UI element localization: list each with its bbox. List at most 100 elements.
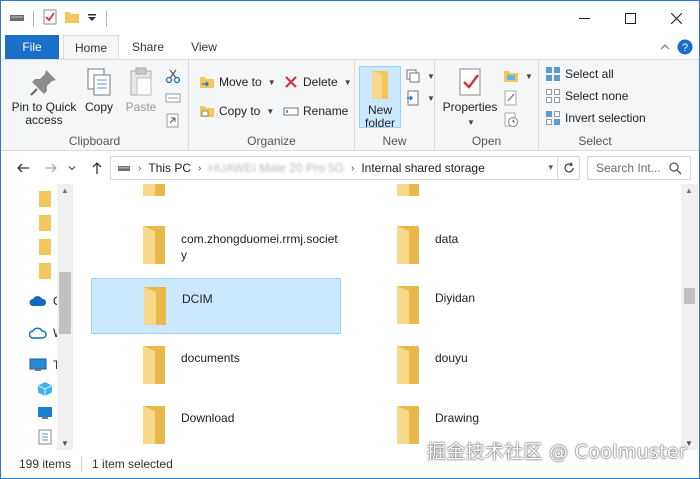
recent-locations-button[interactable]: [67, 160, 77, 176]
nav-scrollbar-thumb[interactable]: [59, 272, 71, 334]
select-all-icon: [546, 67, 560, 81]
chevron-down-icon: [68, 166, 76, 171]
tab-file[interactable]: File: [5, 35, 59, 59]
file-list: com.zhongduomei.rrmj.society data DCIM D…: [75, 184, 679, 450]
minimize-button[interactable]: [561, 1, 607, 35]
copy-button[interactable]: Copy: [81, 66, 117, 114]
history-button[interactable]: [503, 110, 519, 130]
paste-button[interactable]: Paste: [121, 66, 161, 114]
list-item[interactable]: com.zhongduomei.rrmj.society: [91, 218, 341, 274]
open-folder-icon: [504, 71, 518, 82]
address-bar[interactable]: › This PC › HUAWEI Mate 20 Pro 5G › Inte…: [110, 156, 580, 180]
folder-icon: [143, 346, 165, 384]
copy-to-label: Copy to: [219, 104, 261, 118]
tab-view[interactable]: View: [177, 35, 231, 59]
select-group: Select all Select none Invert selection …: [539, 60, 651, 151]
select-none-button[interactable]: Select none: [545, 86, 628, 106]
new-item-button[interactable]: ▼: [405, 66, 435, 86]
history-icon: [504, 112, 518, 127]
customize-qat-icon[interactable]: [86, 9, 98, 28]
3d-objects-icon: [37, 382, 53, 396]
folder-icon: [397, 346, 419, 384]
clipboard-group: Pin to Quick access Copy Paste Clipboard: [1, 60, 189, 151]
address-row: › This PC › HUAWEI Mate 20 Pro 5G › Inte…: [1, 152, 699, 184]
back-button[interactable]: [15, 160, 31, 176]
collapse-ribbon-icon[interactable]: [659, 41, 671, 56]
watermark: 掘金技术社区 @ Coolmuster: [427, 441, 687, 463]
easy-access-button[interactable]: ▼: [405, 88, 435, 108]
up-arrow-icon: [92, 162, 102, 174]
invert-selection-icon: [546, 111, 560, 125]
svg-text:?: ?: [682, 42, 688, 54]
properties-check-icon[interactable]: [42, 9, 58, 28]
drive-icon[interactable]: [9, 9, 25, 28]
move-to-button[interactable]: Move to ▼: [199, 72, 276, 92]
organize-group-label: Organize: [247, 134, 296, 148]
move-to-label: Move to: [219, 75, 262, 89]
file-name: Diyidan: [435, 291, 476, 305]
rename-button[interactable]: Rename: [283, 101, 348, 121]
close-button[interactable]: [653, 1, 699, 35]
onedrive-cloud-icon: [29, 296, 47, 306]
up-button[interactable]: [89, 160, 105, 176]
scroll-up-icon[interactable]: ▲: [685, 186, 693, 195]
maximize-button[interactable]: [607, 1, 653, 35]
pin-to-quick-access-button[interactable]: Pin to Quick access: [9, 66, 79, 127]
scroll-up-icon[interactable]: ▲: [61, 186, 69, 195]
select-all-label: Select all: [565, 67, 614, 81]
properties-icon: [459, 68, 481, 96]
file-name: Download: [181, 411, 235, 425]
invert-selection-button[interactable]: Invert selection: [545, 108, 646, 128]
edit-button[interactable]: [503, 88, 519, 108]
open-button[interactable]: ▼: [503, 66, 533, 86]
forward-button[interactable]: [43, 160, 59, 176]
breadcrumb-this-pc[interactable]: This PC: [148, 161, 191, 175]
content-scrollbar-thumb[interactable]: [684, 288, 695, 304]
file-name: com.zhongduomei.rrmj.society: [181, 232, 338, 262]
qat-separator: [33, 10, 34, 27]
copy-to-icon: [200, 106, 214, 117]
back-arrow-icon: [17, 163, 29, 173]
tab-share[interactable]: Share: [121, 35, 175, 59]
select-all-button[interactable]: Select all: [545, 64, 614, 84]
select-none-icon: [546, 89, 560, 103]
list-item[interactable]: Diyidan: [345, 278, 595, 334]
list-item[interactable]: data: [345, 218, 595, 274]
selection-count: 1 item selected: [92, 457, 173, 471]
tab-home[interactable]: Home: [63, 35, 119, 60]
file-name: DCIM: [182, 292, 213, 306]
breadcrumb-internal-storage[interactable]: Internal shared storage: [361, 161, 484, 175]
scroll-down-icon[interactable]: ▼: [61, 439, 69, 448]
help-icon[interactable]: ?: [677, 39, 693, 58]
new-folder-icon[interactable]: [64, 9, 80, 28]
list-item[interactable]: Download: [91, 398, 341, 450]
title-bar: [1, 1, 699, 35]
refresh-button[interactable]: [557, 157, 579, 179]
easy-access-icon: [407, 90, 419, 106]
content-scrollbar[interactable]: ▲ ▼: [681, 184, 698, 450]
list-item-partial[interactable]: [345, 184, 595, 206]
copy-label: Copy: [84, 100, 113, 114]
new-folder-button[interactable]: New folder: [359, 66, 401, 130]
paste-shortcut-button[interactable]: [165, 110, 181, 130]
folder-icon: [397, 184, 419, 196]
list-item-selected[interactable]: DCIM: [91, 278, 341, 334]
delete-button[interactable]: Delete ▼: [283, 72, 352, 92]
rename-label: Rename: [303, 104, 349, 118]
folder-icon: [397, 226, 419, 264]
organize-group: Move to ▼ Copy to ▼ Delete ▼ Rename Orga…: [189, 60, 355, 151]
list-item[interactable]: documents: [91, 338, 341, 394]
cut-button[interactable]: [165, 66, 181, 86]
list-item-partial[interactable]: [91, 184, 341, 206]
folder-icon: [143, 406, 165, 444]
address-dropdown-icon[interactable]: ▾: [548, 162, 553, 173]
status-divider: [81, 457, 83, 471]
properties-button[interactable]: Properties ▼: [441, 66, 499, 129]
copy-path-button[interactable]: [165, 88, 181, 108]
nav-pane-scrollbar[interactable]: ▲ ▼: [57, 184, 73, 450]
copy-path-icon: [165, 93, 181, 103]
breadcrumb-device[interactable]: HUAWEI Mate 20 Pro 5G: [208, 161, 344, 175]
delete-label: Delete: [303, 75, 338, 89]
copy-to-button[interactable]: Copy to ▼: [199, 101, 274, 121]
list-item[interactable]: douyu: [345, 338, 595, 394]
